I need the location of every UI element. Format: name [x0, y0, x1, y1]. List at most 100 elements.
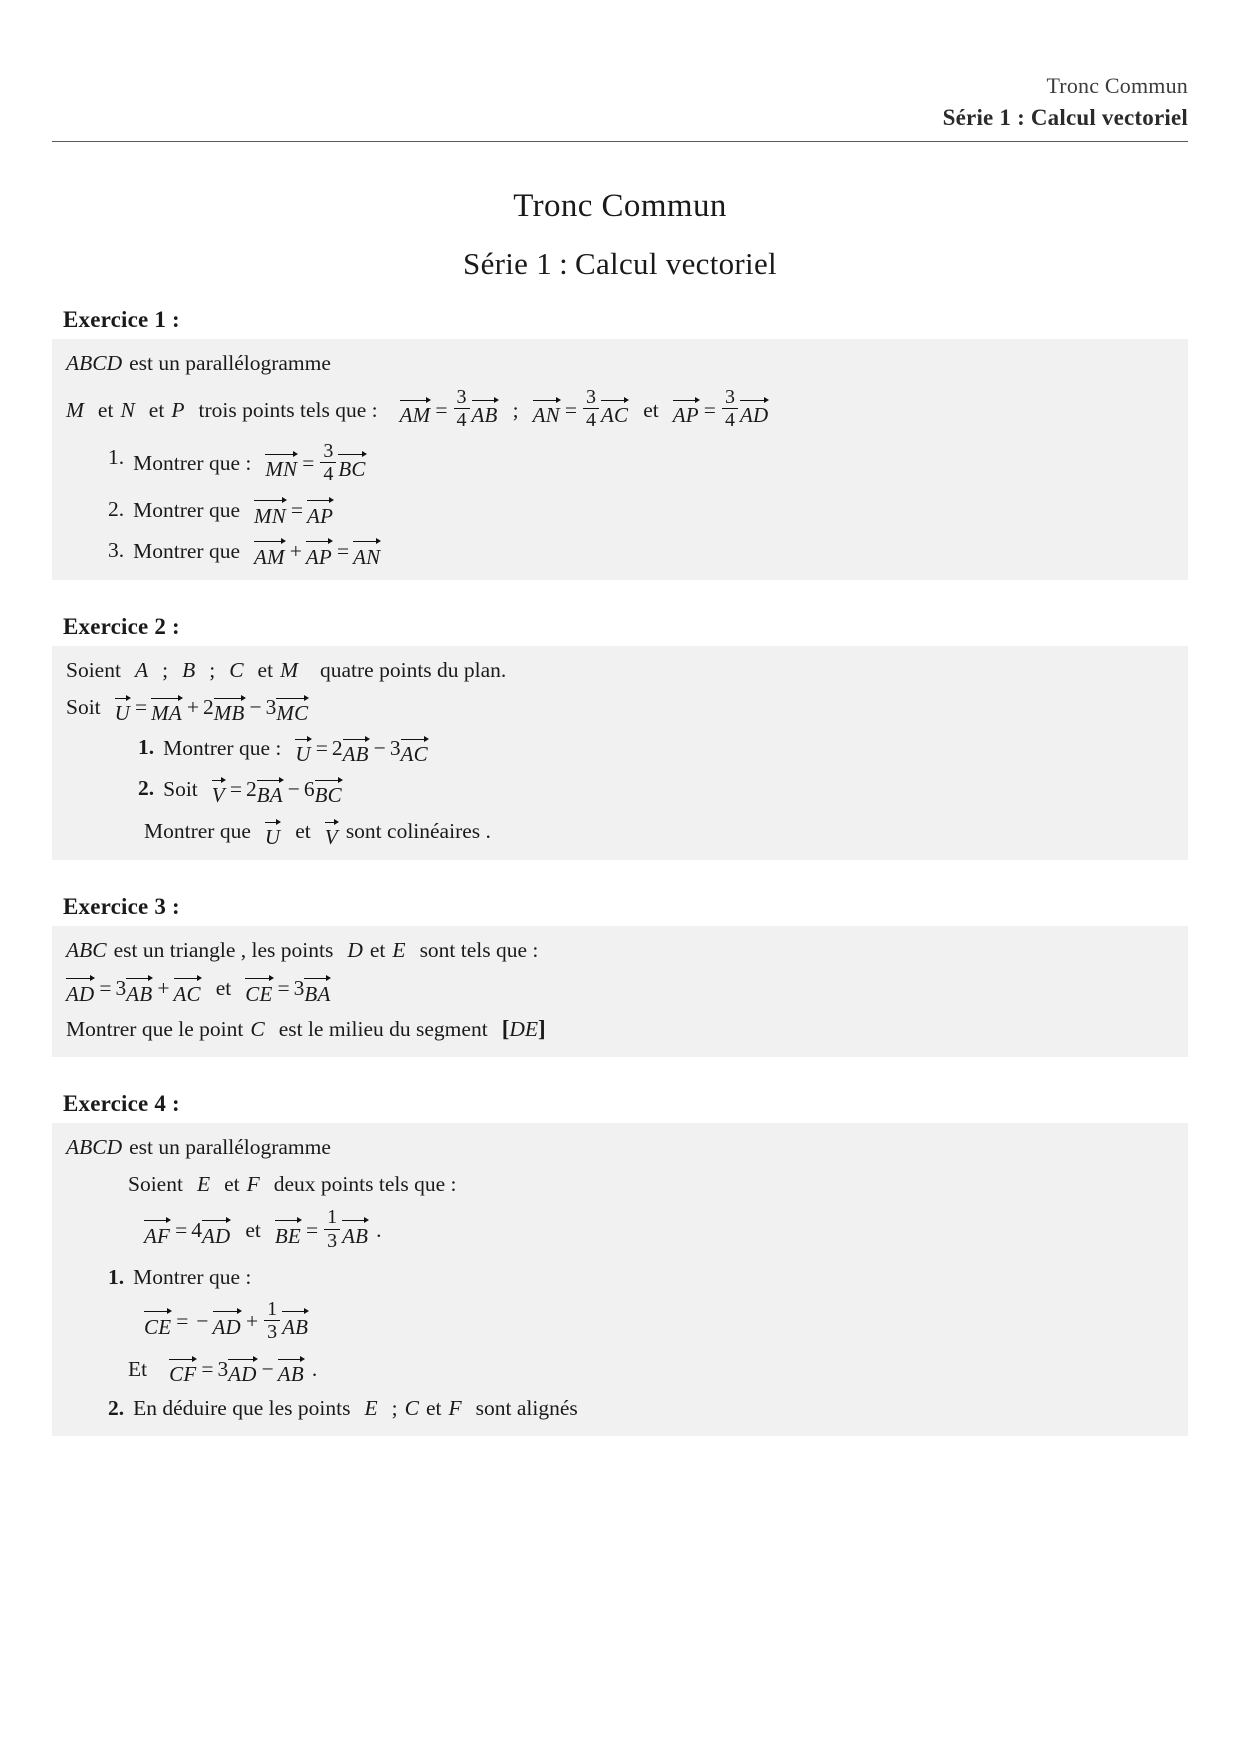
segment-de: DE	[509, 1016, 539, 1041]
arrow-icon	[471, 395, 499, 404]
vector-mn: MN	[254, 494, 287, 527]
exercise-1-heading: Exercice 1 :	[63, 307, 180, 333]
vector-ba: BA	[256, 773, 284, 806]
arrow-icon	[353, 537, 381, 546]
exercise-4-heading: Exercice 4 :	[63, 1091, 180, 1117]
exercise-1-box: ABCD est un parallélogramme M et N et P t…	[52, 339, 1188, 580]
point-c: C	[404, 1396, 419, 1421]
exercise-2-conclusion: Montrer que U et V sont colinéaires .	[66, 815, 1174, 848]
arrow-icon	[213, 693, 246, 702]
item-text-post: sont alignés	[475, 1396, 578, 1421]
period: .	[311, 1356, 318, 1381]
vector-ap: AP	[307, 494, 334, 527]
arrow-icon	[600, 395, 629, 404]
item-text: Montrer que :	[163, 736, 282, 761]
line3-pre: Montrer que le point	[66, 1016, 244, 1041]
vector-cf: CF	[169, 1352, 197, 1385]
point-c: C	[229, 657, 244, 682]
equals-sign: =	[703, 397, 716, 422]
vector-ac: AC	[173, 972, 202, 1005]
vector-ad: AD	[201, 1214, 231, 1247]
vector-an: AN	[353, 535, 381, 568]
item-text-pre: En déduire que les points	[133, 1396, 351, 1421]
arrow-icon	[211, 775, 226, 784]
arrow-icon	[276, 693, 309, 702]
exercise-2-line-2: Soit U = MA + 2 MB − 3 MC	[66, 691, 1174, 724]
arrow-icon	[126, 974, 153, 983]
fraction-numerator: 3	[323, 439, 334, 462]
point-n: N	[120, 397, 135, 422]
exercise-3-line-2: AD = 3 AB + AC et CE = 3 BA	[66, 972, 1174, 1005]
document-page: Tronc Commun Série 1 : Calcul vectoriel …	[0, 0, 1240, 1755]
fraction-numerator: 3	[585, 386, 596, 408]
exercise-2-box: Soient A ; B ; C et M quatre points du p…	[52, 645, 1188, 861]
point-d: D	[347, 938, 363, 963]
running-header-line2: Série 1 : Calcul vectoriel	[942, 104, 1188, 130]
conj-et-2: et	[148, 397, 165, 422]
item-number: 1.	[108, 1265, 125, 1290]
fraction-1-3: 1 3	[324, 1207, 341, 1252]
point-f: F	[448, 1396, 462, 1421]
fraction-3-4: 3 4	[453, 387, 470, 431]
page-subtitle-separator: :	[559, 246, 569, 282]
coefficient-3: 3	[389, 736, 401, 761]
plus-sign: +	[289, 538, 302, 563]
coefficient-6: 6	[303, 777, 315, 802]
fraction-numerator: 1	[267, 1297, 278, 1320]
vector-bc: BC	[314, 773, 343, 806]
separator-semicolon-1: ;	[512, 397, 519, 422]
conj-et: et	[257, 657, 274, 682]
intro-text: est un parallélogramme	[129, 351, 331, 376]
arrow-icon	[66, 974, 95, 983]
page-subtitle: Série 1: Calcul vectoriel	[0, 246, 1240, 282]
soient-label: Soient	[128, 1171, 183, 1196]
arrow-icon	[264, 817, 281, 826]
vector-am: AM	[254, 535, 286, 568]
soit-label: Soit	[66, 695, 101, 720]
vector-mc: MC	[276, 691, 309, 724]
fraction-denominator: 3	[327, 1229, 338, 1252]
points-abcd: ABCD	[66, 1135, 123, 1160]
plus-sign: +	[186, 695, 200, 720]
exercise-1-item-3: 3. Montrer que AM + AP = AN	[66, 535, 1174, 568]
point-m: M	[66, 397, 84, 422]
conj-et-1: et	[97, 397, 114, 422]
arrow-icon	[254, 537, 286, 546]
conj-et: et	[215, 975, 232, 1000]
point-f: F	[246, 1171, 260, 1196]
period: .	[376, 1217, 382, 1242]
line1-text-1: est un triangle , les points	[113, 938, 334, 963]
arrow-icon	[228, 1354, 257, 1363]
coefficient-3: 3	[265, 695, 277, 720]
exercise-3-line-1: ABC est un triangle , les points D et E …	[66, 935, 1174, 966]
item-number: 2.	[138, 776, 155, 801]
arrow-icon	[314, 775, 343, 784]
arrow-icon	[672, 395, 700, 404]
conj-et: et	[245, 1217, 261, 1242]
arrow-icon	[144, 1307, 172, 1316]
line1-text-2: sont tels que :	[419, 938, 539, 963]
coefficient-4: 4	[191, 1217, 202, 1242]
item-number: 3.	[108, 537, 125, 562]
vector-af: AF	[144, 1214, 171, 1247]
running-header-line1: Tronc Commun	[1046, 73, 1188, 98]
vector-ce: CE	[245, 972, 273, 1005]
equals-sign: =	[435, 397, 448, 422]
exercise-2-line-1: Soient A ; B ; C et M quatre points du p…	[66, 655, 1174, 686]
arrow-icon	[400, 734, 429, 743]
minus-sign: −	[287, 777, 300, 802]
minus-sign: −	[261, 1356, 274, 1381]
coefficient-3: 3	[217, 1356, 229, 1381]
minus-sign: −	[196, 1309, 209, 1334]
vector-an: AN	[532, 393, 561, 426]
coefficient-2: 2	[245, 777, 257, 802]
coefficient-2: 2	[203, 695, 214, 720]
running-header: Tronc Commun Série 1 : Calcul vectoriel	[0, 0, 1240, 132]
vector-u: U	[264, 815, 281, 848]
arrow-icon	[254, 496, 287, 505]
vector-mb: MB	[213, 691, 246, 724]
conditions-text: trois points tels que :	[198, 397, 378, 422]
item-number: 2.	[108, 1396, 125, 1421]
arrow-icon	[245, 974, 273, 983]
fraction-denominator: 4	[585, 409, 596, 432]
